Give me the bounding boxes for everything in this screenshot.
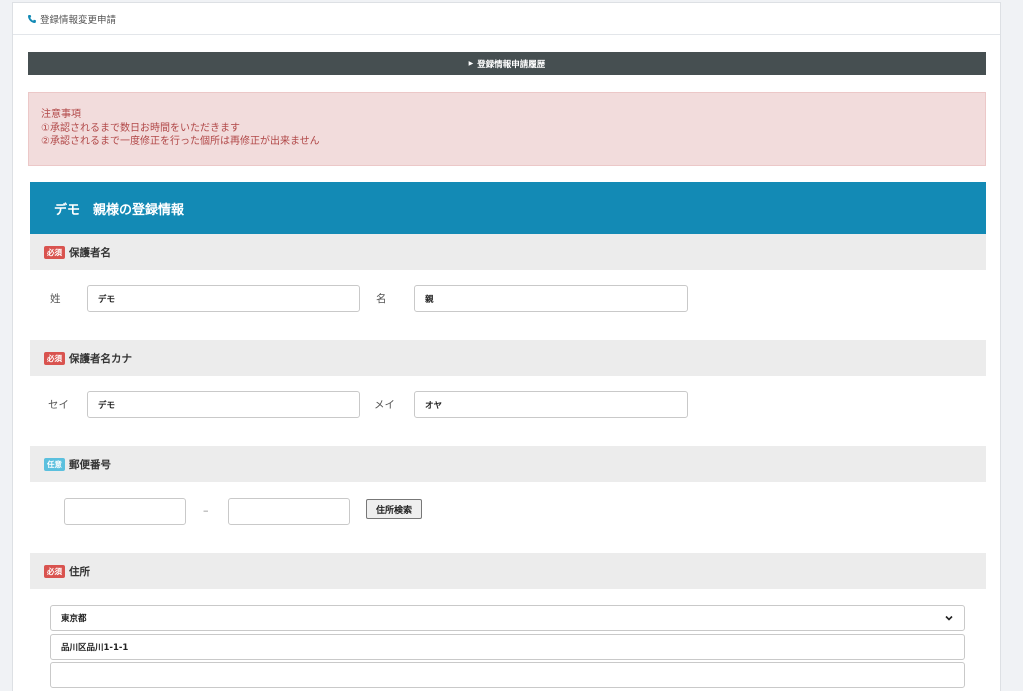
page-scrollbar[interactable] xyxy=(1015,0,1023,691)
form-card: 登録情報変更申請 ▶ 登録情報申請履歴 注意事項 ①承認されるまで数日お時間をい… xyxy=(12,2,1001,691)
optional-badge: 任意 xyxy=(44,457,65,471)
notice-title: 注意事項 xyxy=(41,109,81,120)
last-name-label: 姓 xyxy=(50,293,61,305)
last-kana-input[interactable]: デモ xyxy=(87,391,360,418)
chevron-down-icon xyxy=(944,613,954,623)
last-name-input[interactable]: デモ xyxy=(87,285,360,312)
history-label: 登録情報申請履歴 xyxy=(477,59,546,70)
first-kana-label: メイ xyxy=(374,399,395,411)
postal-separator: – xyxy=(203,504,209,517)
prefecture-value: 東京都 xyxy=(61,614,87,624)
postal-code-part2-input[interactable] xyxy=(228,498,350,525)
address-label: 住所 xyxy=(69,565,90,578)
guardian-kana-header: 必須 保護者名カナ xyxy=(30,340,986,376)
address-header: 必須 住所 xyxy=(30,553,986,589)
address-line1-value: 品川区品川1-1-1 xyxy=(61,643,129,653)
required-badge: 必須 xyxy=(44,245,65,259)
required-badge: 必須 xyxy=(44,564,65,578)
first-name-label: 名 xyxy=(376,293,387,305)
guardian-kana-label: 保護者名カナ xyxy=(69,352,132,365)
phone-icon xyxy=(27,14,37,24)
section-title: デモ 親様の登録情報 xyxy=(30,182,986,234)
address-search-button[interactable]: 住所検索 xyxy=(366,499,422,519)
postal-code-part1-input[interactable] xyxy=(64,498,186,525)
required-badge: 必須 xyxy=(44,351,65,365)
notice-line-2: ②承認されるまで一度修正を行った個所は再修正が出来ません xyxy=(41,136,320,147)
page-title: 登録情報変更申請 xyxy=(40,14,117,26)
guardian-name-label: 保護者名 xyxy=(69,246,111,259)
address-line2-input[interactable] xyxy=(50,662,965,688)
first-kana-input[interactable]: オヤ xyxy=(414,391,688,418)
notice-line-1: ①承認されるまで数日お時間をいただきます xyxy=(41,122,240,134)
notice-box: 注意事項 ①承認されるまで数日お時間をいただきます ②承認されるまで一度修正を行… xyxy=(28,92,986,166)
caret-right-icon: ▶ xyxy=(468,60,474,67)
guardian-name-header: 必須 保護者名 xyxy=(30,234,986,270)
last-kana-label: セイ xyxy=(48,399,69,411)
postal-label: 郵便番号 xyxy=(69,458,111,471)
first-name-input[interactable]: 親 xyxy=(414,285,688,312)
prefecture-select[interactable]: 東京都 xyxy=(50,605,965,631)
card-header: 登録情報変更申請 xyxy=(13,3,1000,35)
postal-header: 任意 郵便番号 xyxy=(30,446,986,482)
address-line1-input[interactable]: 品川区品川1-1-1 xyxy=(50,634,965,660)
history-toggle-button[interactable]: ▶ 登録情報申請履歴 xyxy=(28,52,986,75)
